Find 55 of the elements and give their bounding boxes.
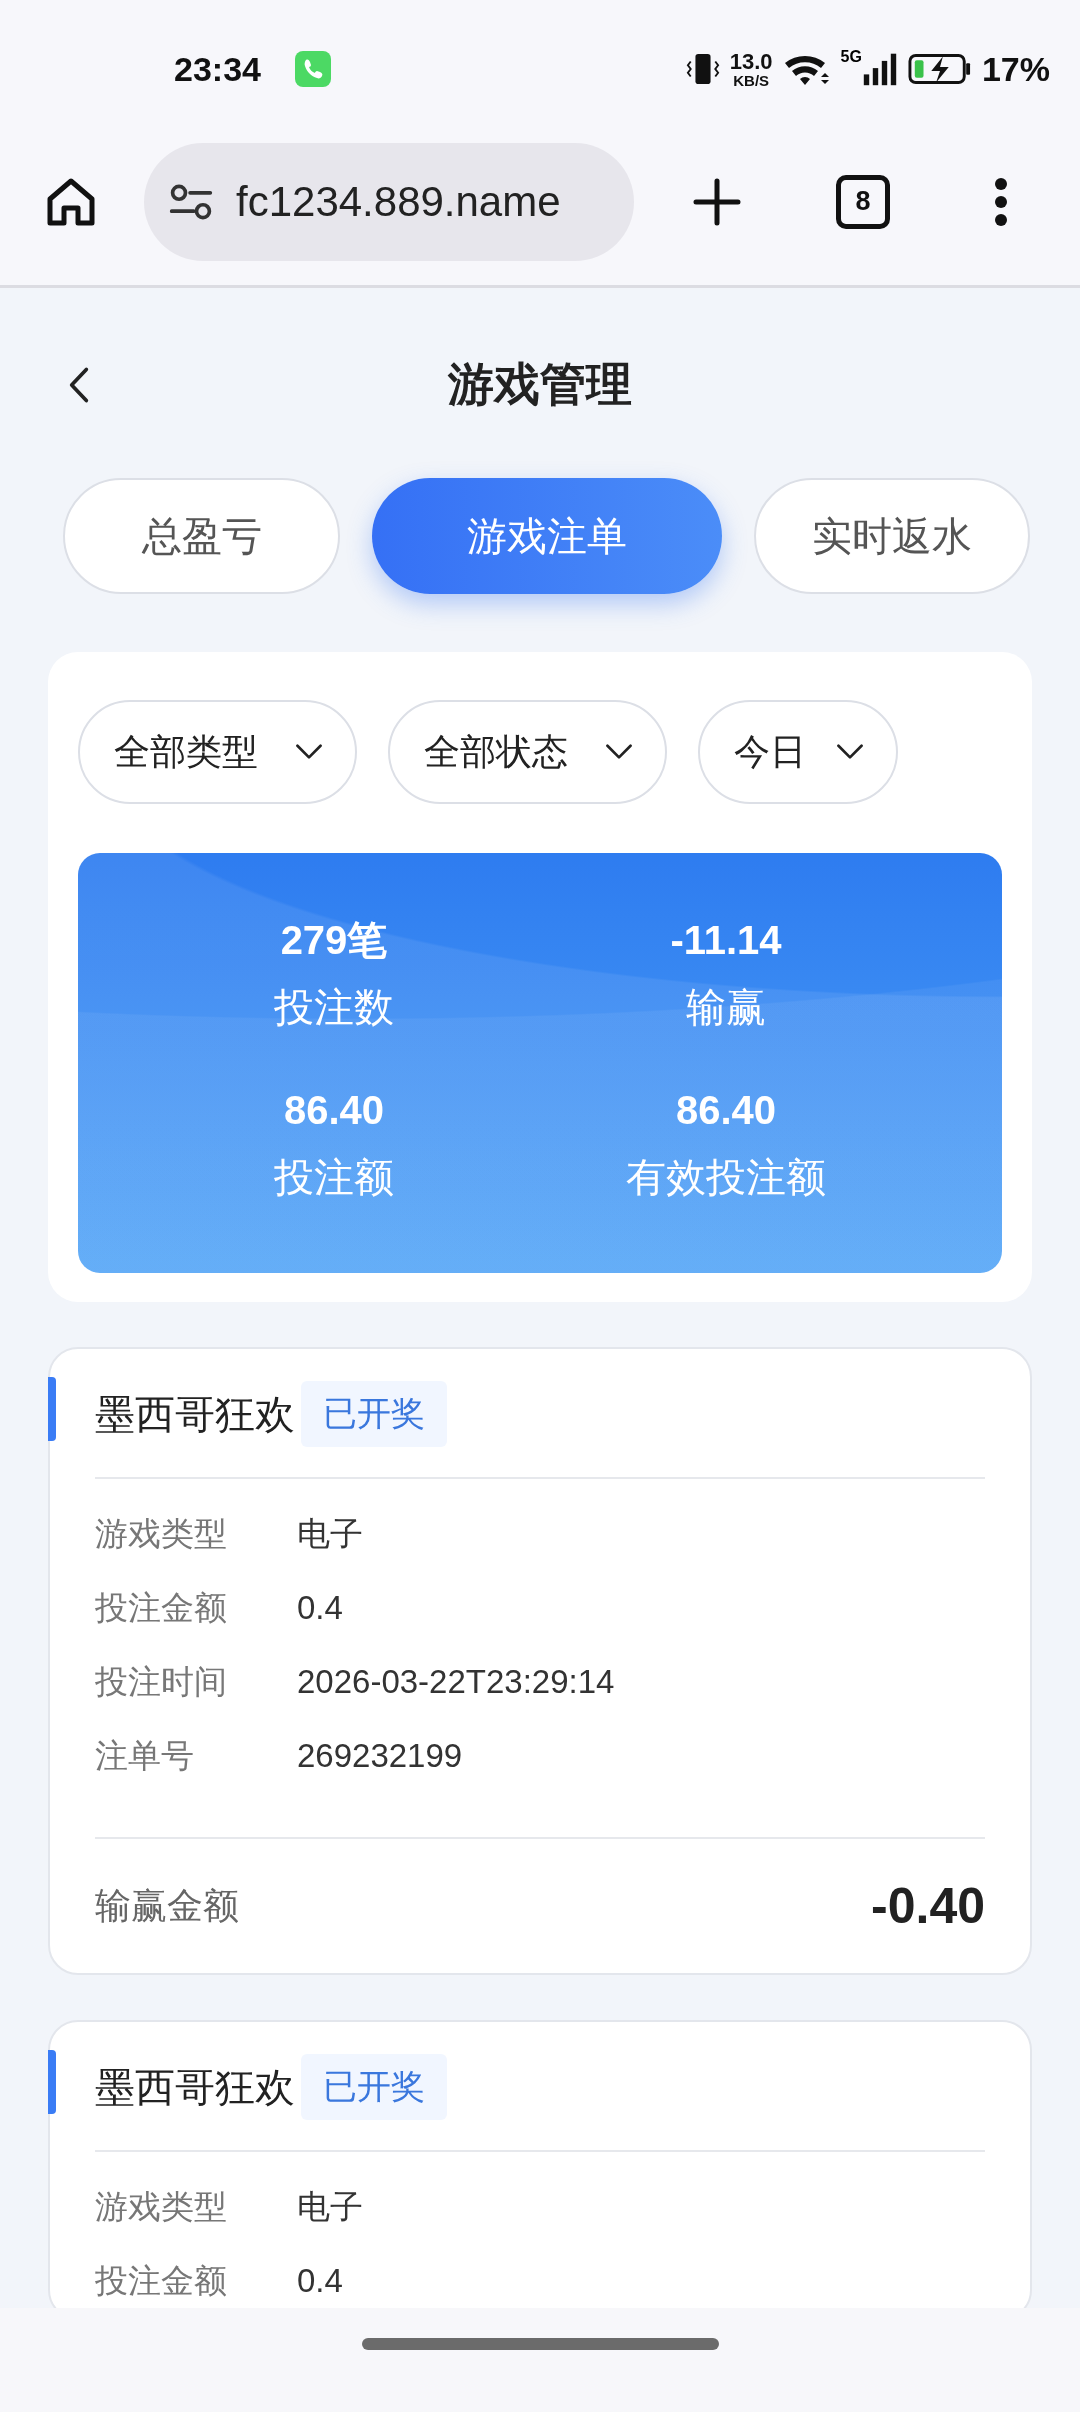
chevron-down-icon: [836, 744, 864, 760]
gesture-handle[interactable]: [361, 2338, 719, 2350]
vibrate-icon: [685, 51, 720, 87]
status-tag: 已开奖: [301, 1381, 447, 1447]
stat-label: 投注额: [274, 1153, 394, 1202]
tab[interactable]: 实时返水: [754, 478, 1030, 594]
phone-icon: [294, 51, 331, 87]
field-label: 投注时间: [95, 1660, 228, 1703]
status-time: 23:34: [174, 49, 261, 89]
stat-label: 输赢: [686, 983, 766, 1032]
result-amount: -0.40: [871, 1877, 985, 1935]
back-icon[interactable]: [68, 365, 90, 405]
accent-bar: [48, 2050, 56, 2114]
accent-bar: [48, 1377, 56, 1441]
field-label: 游戏类型: [95, 1512, 228, 1555]
tab[interactable]: 总盈亏: [63, 478, 340, 594]
field-value: 0.4: [297, 2262, 343, 2300]
page-title: 游戏管理: [448, 356, 632, 413]
field-value: 269232199: [297, 1737, 463, 1775]
signal-icon: [861, 51, 898, 87]
more-icon[interactable]: [994, 176, 1008, 227]
stat-label: 投注数: [274, 983, 394, 1032]
field-value: 2026-03-22T23:29:14: [297, 1663, 615, 1701]
stat-label: 有效投注额: [626, 1153, 826, 1202]
filter-dropdown[interactable]: 今日: [698, 700, 898, 804]
tab[interactable]: 游戏注单: [372, 478, 722, 594]
status-tag: 已开奖: [301, 2054, 447, 2120]
filter-dropdown[interactable]: 全部状态: [388, 700, 667, 804]
field-value: 0.4: [297, 1589, 343, 1627]
game-name: 墨西哥狂欢: [95, 2062, 295, 2112]
site-settings-icon[interactable]: [168, 182, 214, 221]
network-type: 5G: [840, 48, 862, 66]
home-icon[interactable]: [46, 176, 96, 227]
battery-percent: 17%: [981, 49, 1050, 89]
field-label: 投注金额: [95, 1586, 228, 1629]
stat-value: 86.40: [283, 1087, 385, 1134]
field-label: 游戏类型: [95, 2185, 228, 2228]
chevron-down-icon: [295, 744, 323, 760]
network-speed: 13.0 KB/S: [729, 50, 773, 88]
stat-value: 279笔: [280, 917, 388, 964]
address-bar[interactable]: fc1234.889.name: [144, 142, 634, 261]
field-label: 注单号: [95, 1734, 195, 1777]
stat-value: 86.40: [675, 1087, 777, 1134]
field-label: 投注金额: [95, 2259, 228, 2302]
battery-charging-icon: [907, 51, 972, 87]
result-label: 输赢金额: [95, 1883, 239, 1928]
url-text: fc1234.889.name: [236, 177, 561, 226]
filter-dropdown[interactable]: 全部类型: [78, 700, 357, 804]
field-value: 电子: [297, 2186, 363, 2227]
plus-icon[interactable]: [692, 176, 742, 227]
game-name: 墨西哥狂欢: [95, 1389, 295, 1439]
stat-value: -11.14: [670, 917, 782, 964]
tab-count-button[interactable]: 8: [836, 174, 890, 229]
chevron-down-icon: [605, 744, 633, 760]
field-value: 电子: [297, 1513, 363, 1554]
